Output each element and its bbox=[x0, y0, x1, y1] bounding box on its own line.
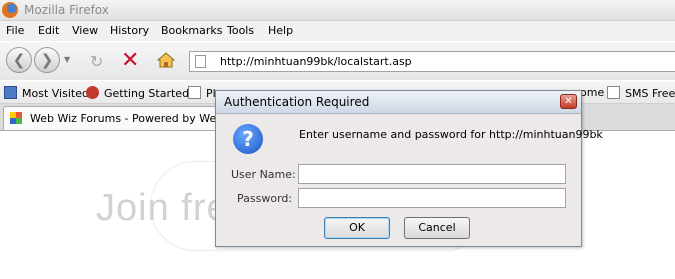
url-text: http://minhtuan99bk/localstart.asp bbox=[220, 55, 412, 68]
page-icon bbox=[607, 86, 620, 99]
auth-dialog: Authentication Required ✕ ? Enter userna… bbox=[215, 90, 603, 247]
tab-title: Web Wiz Forums - Powered by Web Wiz bbox=[30, 112, 230, 125]
firefox-logo-icon bbox=[2, 2, 18, 18]
reload-icon[interactable]: ↻ bbox=[90, 52, 103, 71]
forward-arrow-icon: ❯ bbox=[40, 51, 54, 69]
username-label: User Name: bbox=[231, 168, 296, 181]
bookmark-home[interactable]: ome bbox=[580, 86, 604, 99]
cancel-button[interactable]: Cancel bbox=[404, 217, 470, 239]
menu-file[interactable]: File bbox=[6, 24, 24, 37]
dialog-title: Authentication Required bbox=[224, 95, 370, 109]
menu-bar: File Edit View History Bookmarks Tools H… bbox=[0, 21, 675, 41]
dialog-titlebar: Authentication Required ✕ bbox=[216, 91, 581, 114]
bookmark-truncated[interactable]: Pl bbox=[188, 86, 216, 100]
page-icon bbox=[195, 55, 206, 68]
bookmark-most-visited[interactable]: Most Visited bbox=[4, 86, 89, 100]
navigation-toolbar: ❮ ❯ ▼ ↻ ✕ http://minhtuan99bk/localstart… bbox=[0, 42, 675, 80]
bookmark-getting-started[interactable]: Getting Started bbox=[86, 86, 189, 100]
menu-bookmarks[interactable]: Bookmarks bbox=[161, 24, 222, 37]
dialog-message: Enter username and password for http://m… bbox=[299, 128, 603, 141]
back-arrow-icon: ❮ bbox=[12, 51, 26, 69]
back-button[interactable]: ❮ bbox=[6, 47, 32, 73]
question-icon: ? bbox=[233, 124, 263, 154]
menu-history[interactable]: History bbox=[110, 24, 149, 37]
ok-button[interactable]: OK bbox=[324, 217, 390, 239]
history-dropdown-icon[interactable]: ▼ bbox=[64, 55, 70, 64]
menu-view[interactable]: View bbox=[72, 24, 98, 37]
password-label: Password: bbox=[237, 192, 293, 205]
stop-icon[interactable]: ✕ bbox=[121, 48, 139, 73]
page-icon bbox=[188, 86, 201, 99]
most-visited-icon bbox=[4, 86, 17, 99]
bookmark-sms-free[interactable]: SMS Free bbox=[607, 86, 675, 100]
home-icon[interactable] bbox=[156, 52, 176, 71]
address-bar[interactable]: http://minhtuan99bk/localstart.asp bbox=[189, 51, 675, 72]
menu-edit[interactable]: Edit bbox=[38, 24, 59, 37]
tab-web-wiz-forums[interactable]: Web Wiz Forums - Powered by Web Wiz bbox=[3, 106, 233, 130]
username-field[interactable] bbox=[298, 164, 566, 184]
window-titlebar: Mozilla Firefox bbox=[0, 0, 675, 21]
getting-started-icon bbox=[86, 86, 99, 99]
menu-help[interactable]: Help bbox=[268, 24, 293, 37]
web-wiz-favicon-icon bbox=[10, 112, 22, 124]
window-title: Mozilla Firefox bbox=[24, 3, 109, 17]
close-icon[interactable]: ✕ bbox=[560, 94, 577, 109]
forward-button[interactable]: ❯ bbox=[34, 47, 60, 73]
menu-tools[interactable]: Tools bbox=[227, 24, 254, 37]
password-field[interactable] bbox=[298, 188, 566, 208]
